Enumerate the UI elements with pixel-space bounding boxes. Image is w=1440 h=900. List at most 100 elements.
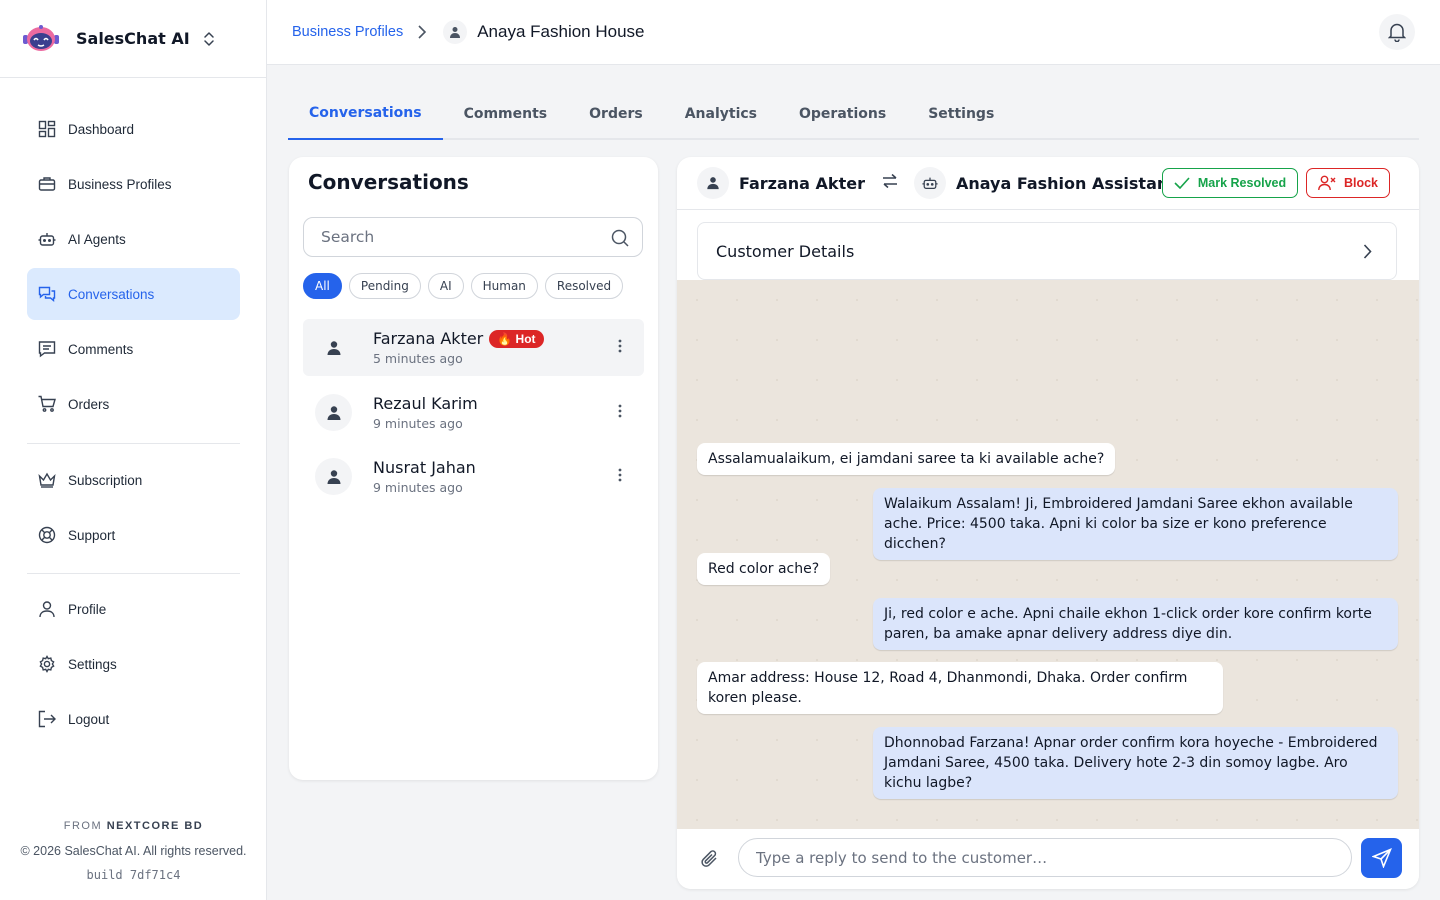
search-box	[303, 217, 643, 257]
contact-name: Rezaul Karim	[373, 394, 478, 413]
more-vertical-icon[interactable]	[618, 468, 622, 482]
message-incoming: Red color ache?	[697, 553, 831, 585]
block-button[interactable]: Block	[1306, 168, 1390, 198]
user-block-icon	[1318, 175, 1336, 191]
message-incoming: Amar address: House 12, Road 4, Dhanmond…	[697, 662, 1223, 714]
brand-header: SalesChat AI	[0, 0, 266, 78]
nav-item-conversations[interactable]: Conversations	[27, 268, 240, 320]
crown-icon	[38, 471, 56, 489]
send-icon	[1371, 848, 1392, 868]
filter-ai[interactable]: AI	[427, 273, 464, 299]
paperclip-icon[interactable]	[701, 849, 719, 874]
swap-arrows-icon[interactable]	[882, 173, 898, 194]
mark-resolved-button[interactable]: Mark Resolved	[1162, 168, 1298, 198]
bot-avatar-icon	[913, 167, 946, 199]
nav-item-support[interactable]: Support	[27, 509, 240, 561]
robot-icon	[38, 230, 56, 248]
nav-label: Conversations	[68, 286, 155, 302]
gear-icon	[38, 655, 56, 673]
search-input[interactable]	[321, 228, 591, 246]
bell-icon[interactable]	[1379, 14, 1415, 50]
conversation-item[interactable]: Rezaul Karim 9 minutes ago	[303, 384, 644, 441]
last-activity: 5 minutes ago	[373, 351, 463, 366]
contact-name: Farzana Akter	[373, 329, 484, 348]
profile-avatar-icon	[443, 20, 468, 44]
filter-resolved[interactable]: Resolved	[544, 273, 624, 299]
comment-icon	[38, 340, 56, 358]
breadcrumb-current: Anaya Fashion House	[477, 22, 645, 41]
conversation-item[interactable]: Nusrat Jahan 9 minutes ago	[303, 448, 644, 505]
footer-company: NEXTCORE BD	[106, 820, 204, 832]
tab-analytics[interactable]: Analytics	[664, 88, 778, 140]
tab-orders[interactable]: Orders	[568, 88, 664, 140]
tab-operations[interactable]: Operations	[778, 88, 907, 140]
brand-name: SalesChat AI	[76, 29, 190, 48]
tab-comments[interactable]: Comments	[443, 88, 569, 140]
chat-header: Farzana Akter Anaya Fashion Assistant Ma…	[677, 157, 1419, 210]
footer-from: FROM NEXTCORE BD	[0, 820, 267, 832]
avatar-icon	[315, 394, 352, 431]
lifebuoy-icon	[38, 526, 56, 544]
cart-icon	[38, 395, 56, 413]
dashboard-icon	[38, 120, 56, 138]
nav-item-subscription[interactable]: Subscription	[27, 454, 240, 506]
customer-details-toggle[interactable]: Customer Details	[697, 222, 1397, 280]
nav-item-settings[interactable]: Settings	[27, 638, 240, 690]
nav-item-comments[interactable]: Comments	[27, 323, 240, 375]
assistant-name: Anaya Fashion Assistant	[955, 173, 1176, 193]
chat-panel: Farzana Akter Anaya Fashion Assistant Ma…	[677, 157, 1419, 889]
mark-resolved-label: Mark Resolved	[1197, 176, 1287, 190]
nav-label: Business Profiles	[68, 176, 172, 192]
primary-nav: Dashboard Business Profiles AI Agents Co…	[27, 103, 240, 430]
contact-name: Nusrat Jahan	[373, 458, 476, 477]
more-vertical-icon[interactable]	[618, 404, 622, 418]
filter-all[interactable]: All	[303, 273, 342, 299]
send-button[interactable]	[1361, 838, 1402, 878]
tab-settings[interactable]: Settings	[907, 88, 1015, 140]
message-outgoing: Walaikum Assalam! Ji, Embroidered Jamdan…	[873, 488, 1398, 560]
last-activity: 9 minutes ago	[373, 416, 463, 431]
nav-item-dashboard[interactable]: Dashboard	[27, 103, 240, 155]
footer-build: build 7df71c4	[86, 868, 181, 882]
chat-icon	[38, 285, 56, 303]
nav-label: AI Agents	[68, 231, 126, 247]
chevron-up-down-icon[interactable]	[202, 30, 216, 48]
nav-item-logout[interactable]: Logout	[27, 693, 240, 745]
nav-label: Comments	[68, 341, 134, 357]
nav-label: Logout	[68, 711, 110, 727]
message-outgoing: Dhonnobad Farzana! Apnar order confirm k…	[873, 727, 1398, 799]
panel-title: Conversations	[308, 170, 469, 194]
nav-item-profile[interactable]: Profile	[27, 583, 240, 635]
message-thread: Assalamualaikum, ei jamdani saree ta ki …	[677, 280, 1419, 829]
message-outgoing: Ji, red color e ache. Apni chaile ekhon …	[873, 598, 1398, 650]
top-bar: Business Profiles Anaya Fashion House	[267, 0, 1440, 65]
filter-human[interactable]: Human	[470, 273, 538, 299]
footer-from-prefix: FROM	[63, 820, 103, 832]
check-icon	[1174, 177, 1190, 189]
nav-item-business-profiles[interactable]: Business Profiles	[27, 158, 240, 210]
sidebar: SalesChat AI Dashboard Business Profiles…	[0, 0, 267, 900]
nav-divider	[27, 443, 240, 444]
nav-item-ai-agents[interactable]: AI Agents	[27, 213, 240, 265]
nav-item-orders[interactable]: Orders	[27, 378, 240, 430]
filter-pending[interactable]: Pending	[348, 273, 421, 299]
nav-divider	[27, 573, 240, 574]
message-incoming: Assalamualaikum, ei jamdani saree ta ki …	[697, 443, 1116, 475]
conversation-item[interactable]: Farzana Akter 🔥 Hot 5 minutes ago	[303, 319, 644, 376]
nav-label: Orders	[68, 396, 110, 412]
nav-label: Subscription	[68, 472, 143, 488]
nav-label: Settings	[68, 656, 117, 672]
search-icon[interactable]	[611, 229, 629, 252]
tab-conversations[interactable]: Conversations	[288, 88, 443, 140]
conversation-list-panel: Conversations All Pending AI Human Resol…	[289, 157, 658, 780]
nav-label: Support	[68, 527, 116, 543]
reply-input[interactable]	[756, 848, 1336, 867]
breadcrumb-link[interactable]: Business Profiles	[292, 24, 403, 40]
filter-chips: All Pending AI Human Resolved	[303, 273, 624, 299]
customer-details-label: Customer Details	[716, 241, 855, 261]
avatar-icon	[315, 458, 352, 495]
secondary-nav: Subscription Support	[27, 454, 240, 561]
hot-badge: 🔥 Hot	[489, 329, 544, 348]
more-vertical-icon[interactable]	[618, 339, 622, 353]
reply-composer	[677, 829, 1419, 889]
